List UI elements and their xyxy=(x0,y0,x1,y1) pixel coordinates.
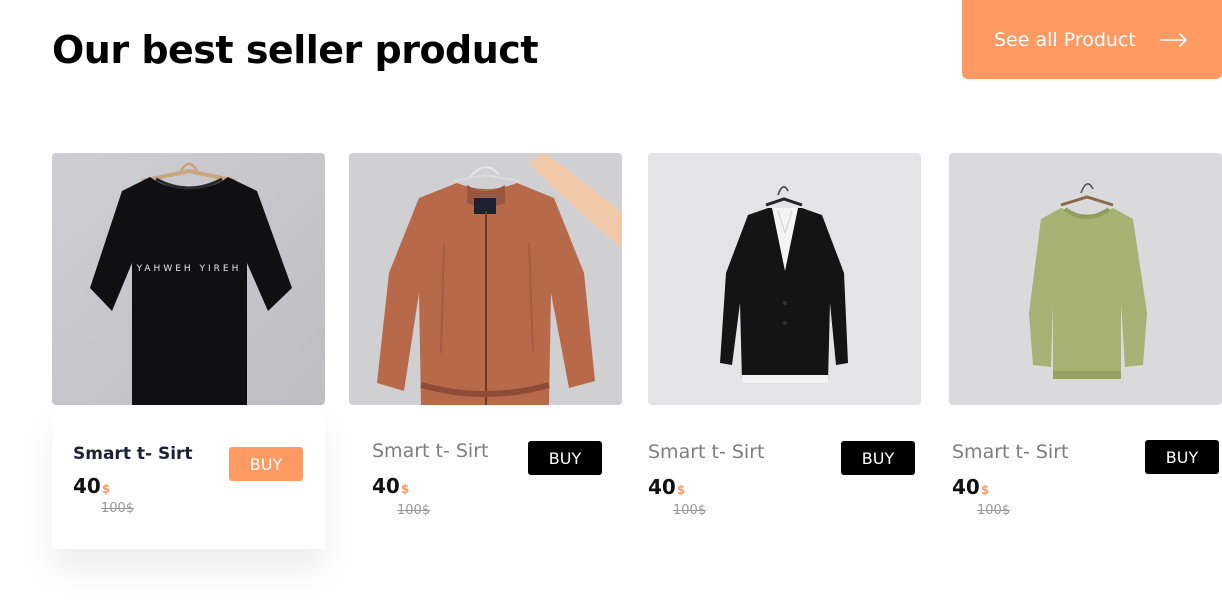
buy-button[interactable]: BUY xyxy=(841,441,915,475)
currency-symbol: $ xyxy=(101,482,111,496)
currency-symbol: $ xyxy=(980,483,990,497)
product-price: 40$ xyxy=(648,475,685,499)
old-price: 100$ xyxy=(101,501,135,516)
price-value: 40 xyxy=(372,474,400,498)
currency-symbol: $ xyxy=(676,483,686,497)
product-name: Smart t- Sirt xyxy=(648,441,765,463)
product-price: 40$ xyxy=(73,474,110,498)
price-value: 40 xyxy=(952,475,980,499)
old-price: 100$ xyxy=(397,503,431,518)
product-name: Smart t- Sirt xyxy=(372,440,489,462)
product-image-black-tshirt[interactable]: YAHWEH YIREH xyxy=(52,153,325,405)
product-price: 40$ xyxy=(372,474,409,498)
old-price: 100$ xyxy=(673,503,707,518)
arrow-right-icon xyxy=(1159,32,1188,47)
price-value: 40 xyxy=(73,474,101,498)
product-name: Smart t- Sirt xyxy=(73,444,193,464)
product-price: 40$ xyxy=(952,475,989,499)
see-all-products-button[interactable]: See all Product xyxy=(962,0,1222,79)
price-value: 40 xyxy=(648,475,676,499)
product-image-suit-jacket[interactable] xyxy=(648,153,921,405)
old-price: 100$ xyxy=(977,503,1011,518)
tshirt-print-text: YAHWEH YIREH xyxy=(136,264,242,274)
buy-button[interactable]: BUY xyxy=(229,447,303,481)
product-name: Smart t- Sirt xyxy=(952,441,1069,463)
section-title: Our best seller product xyxy=(52,28,539,72)
buy-button[interactable]: BUY xyxy=(528,441,602,475)
see-all-label: See all Product xyxy=(994,28,1136,51)
product-image-green-sweatshirt[interactable] xyxy=(949,153,1222,405)
buy-button[interactable]: BUY xyxy=(1145,440,1219,474)
currency-symbol: $ xyxy=(400,482,410,496)
product-image-bomber-jacket[interactable] xyxy=(349,153,622,405)
